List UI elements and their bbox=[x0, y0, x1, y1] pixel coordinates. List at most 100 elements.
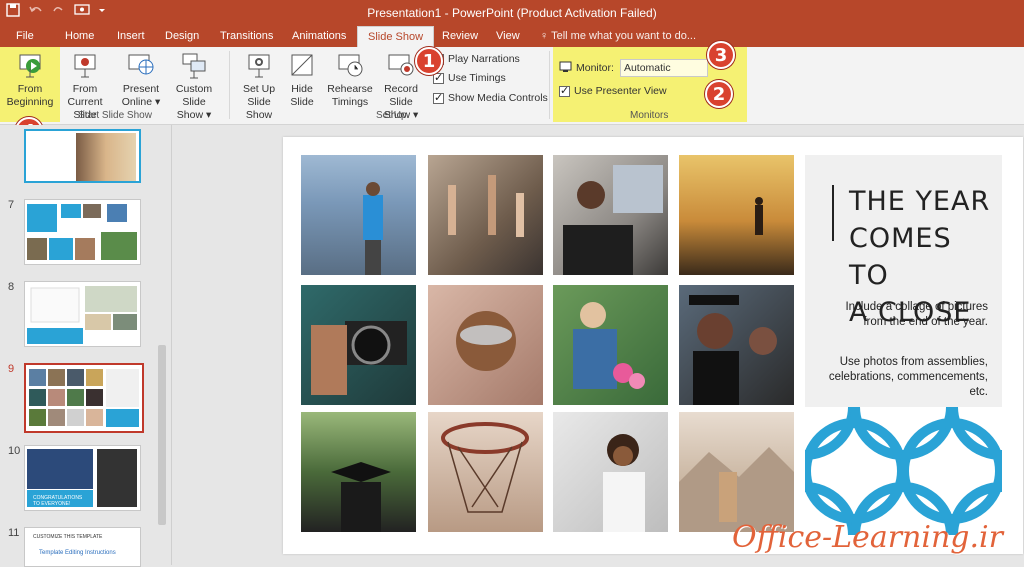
globe-icon bbox=[126, 51, 156, 81]
photo-graduates[interactable] bbox=[679, 285, 794, 405]
photo-sunset-hiker[interactable] bbox=[679, 155, 794, 275]
slide-number: 10 bbox=[8, 445, 21, 457]
tab-view[interactable]: View bbox=[494, 26, 522, 47]
tell-me-text: Tell me what you want to do... bbox=[551, 30, 697, 42]
slide-title-line: THE YEAR bbox=[849, 186, 991, 217]
slide-number: 11 bbox=[8, 527, 20, 539]
slide-thumb-9[interactable] bbox=[24, 363, 144, 433]
custom-slide-show-button[interactable]: Custom Slide Show ▾ bbox=[163, 51, 225, 122]
photo-camera[interactable] bbox=[301, 285, 416, 405]
thumb-content bbox=[27, 286, 137, 344]
decorative-pattern bbox=[805, 407, 1002, 535]
ribbon: From Beginning From Current Slide Presen… bbox=[0, 41, 1024, 145]
callout-badge-2: 2 bbox=[705, 80, 733, 108]
tab-file[interactable]: File bbox=[14, 26, 36, 47]
photo-raised-hands[interactable] bbox=[428, 155, 543, 275]
title-accent-bar bbox=[832, 185, 834, 241]
callout-badge-3: 3 bbox=[707, 41, 735, 69]
panel-scrollbar[interactable] bbox=[158, 345, 166, 525]
custom-show-label: Custom Slide Show ▾ bbox=[175, 83, 213, 121]
photo-gardener-flowers[interactable] bbox=[553, 285, 668, 405]
group-label-setup: Set Up bbox=[376, 110, 407, 121]
slide-description-1[interactable]: Include a collage of pictures from the e… bbox=[828, 300, 988, 330]
slide-number: 8 bbox=[8, 281, 15, 293]
present-online-label: Present Online ▾ bbox=[121, 83, 161, 108]
slide-thumb-8[interactable] bbox=[24, 281, 141, 347]
title-panel: THE YEAR COMES TO A CLOSE Include a coll… bbox=[805, 155, 1002, 535]
tab-animations[interactable]: Animations bbox=[290, 26, 348, 47]
play-from-start-icon bbox=[15, 51, 45, 81]
slide-thumb-7[interactable] bbox=[24, 199, 141, 265]
thumb-caption: CONGRATULATIONS TO EVERYONE! bbox=[33, 495, 83, 507]
thumb-photo bbox=[76, 133, 136, 181]
set-up-label: Set Up Slide Show bbox=[242, 83, 276, 121]
photo-drinking-water[interactable] bbox=[301, 155, 416, 275]
monitor-select[interactable]: Automatic bbox=[619, 59, 708, 77]
slide-number: 7 bbox=[8, 199, 15, 211]
thumb-content bbox=[27, 204, 137, 260]
slide-description-2[interactable]: Use photos from assemblies, celebrations… bbox=[828, 355, 988, 400]
presenter-view-check[interactable] bbox=[559, 84, 570, 97]
set-up-slide-show-button[interactable]: Set Up Slide Show bbox=[233, 51, 285, 122]
use-timings-checkbox[interactable]: Use Timings bbox=[433, 71, 506, 84]
record-icon bbox=[386, 51, 416, 81]
show-media-label: Show Media Controls bbox=[448, 92, 548, 104]
tab-home[interactable]: Home bbox=[63, 26, 96, 47]
slide-play-icon bbox=[70, 51, 100, 81]
setup-icon bbox=[244, 51, 274, 81]
hide-slide-icon bbox=[287, 51, 317, 81]
slide-number: 9 bbox=[8, 363, 15, 375]
slide-thumb-6[interactable] bbox=[24, 129, 141, 183]
use-timings-check[interactable] bbox=[433, 71, 444, 84]
window-title: Presentation1 - PowerPoint (Product Acti… bbox=[367, 6, 657, 20]
photo-laptop-student[interactable] bbox=[553, 155, 668, 275]
monitor-value: Automatic bbox=[623, 62, 671, 74]
group-label-monitors: Monitors bbox=[630, 110, 669, 121]
photo-safety-goggles[interactable] bbox=[428, 285, 543, 405]
presenter-view-label: Use Presenter View bbox=[574, 85, 667, 97]
tab-slide-show[interactable]: Slide Show bbox=[357, 26, 435, 48]
stopwatch-icon bbox=[335, 51, 365, 81]
separator bbox=[549, 51, 550, 119]
monitor-row: Monitor: Automatic bbox=[559, 59, 708, 77]
separator bbox=[229, 51, 230, 119]
photo-graduation-cap[interactable] bbox=[301, 412, 416, 532]
photo-mountain-view[interactable] bbox=[679, 412, 794, 532]
show-media-check[interactable] bbox=[433, 91, 444, 104]
group-label-start: Start Slide Show bbox=[78, 110, 152, 121]
photo-basketball-net[interactable] bbox=[428, 412, 543, 532]
play-narrations-checkbox[interactable]: Play Narrations bbox=[433, 52, 520, 65]
slide-thumb-11[interactable]: CUSTOMIZE THIS TEMPLATE Template Editing… bbox=[24, 527, 141, 567]
play-narrations-label: Play Narrations bbox=[448, 53, 520, 65]
use-timings-label: Use Timings bbox=[448, 72, 506, 84]
slide-title-line: COMES TO bbox=[849, 223, 952, 291]
monitor-label: Monitor: bbox=[576, 62, 614, 74]
watermark: Office-Learning.ir bbox=[732, 520, 1003, 555]
show-media-controls-checkbox[interactable]: Show Media Controls bbox=[433, 91, 548, 104]
ribbon-tabs: File Home Insert Design Transitions Anim… bbox=[0, 26, 1024, 48]
hide-slide-button[interactable]: Hide Slide bbox=[285, 51, 319, 109]
tab-review[interactable]: Review bbox=[440, 26, 480, 47]
thumb-title: CUSTOMIZE THIS TEMPLATE bbox=[33, 534, 103, 540]
slide-thumbnail-panel: 7 8 9 10 CONGRATULATIONS TO EVERYONE! 11… bbox=[0, 125, 172, 567]
thumb-content bbox=[29, 369, 139, 427]
photo-smiling-woman[interactable] bbox=[553, 412, 668, 532]
from-beginning-label: From Beginning bbox=[6, 83, 54, 108]
hide-slide-label: Hide Slide bbox=[290, 83, 314, 108]
tab-insert[interactable]: Insert bbox=[115, 26, 147, 47]
tab-transitions[interactable]: Transitions bbox=[218, 26, 275, 47]
present-online-button[interactable]: Present Online ▾ bbox=[118, 51, 164, 109]
thumb-subtitle: Template Editing Instructions bbox=[39, 550, 116, 556]
tell-me-search[interactable]: ♀ Tell me what you want to do... bbox=[540, 26, 696, 47]
tab-design[interactable]: Design bbox=[163, 26, 201, 47]
use-presenter-view-checkbox[interactable]: Use Presenter View bbox=[559, 84, 667, 97]
from-beginning-button[interactable]: From Beginning bbox=[4, 51, 56, 109]
callout-badge-1: 1 bbox=[415, 47, 443, 75]
monitor-icon bbox=[559, 61, 572, 76]
slide-canvas[interactable]: THE YEAR COMES TO A CLOSE Include a coll… bbox=[283, 137, 1023, 554]
rehearse-label: Rehearse Timings bbox=[327, 83, 373, 108]
rehearse-timings-button[interactable]: Rehearse Timings bbox=[327, 51, 373, 109]
title-bar: Presentation1 - PowerPoint (Product Acti… bbox=[0, 0, 1024, 26]
slide-thumb-10[interactable]: CONGRATULATIONS TO EVERYONE! bbox=[24, 445, 141, 511]
custom-show-icon bbox=[179, 51, 209, 81]
